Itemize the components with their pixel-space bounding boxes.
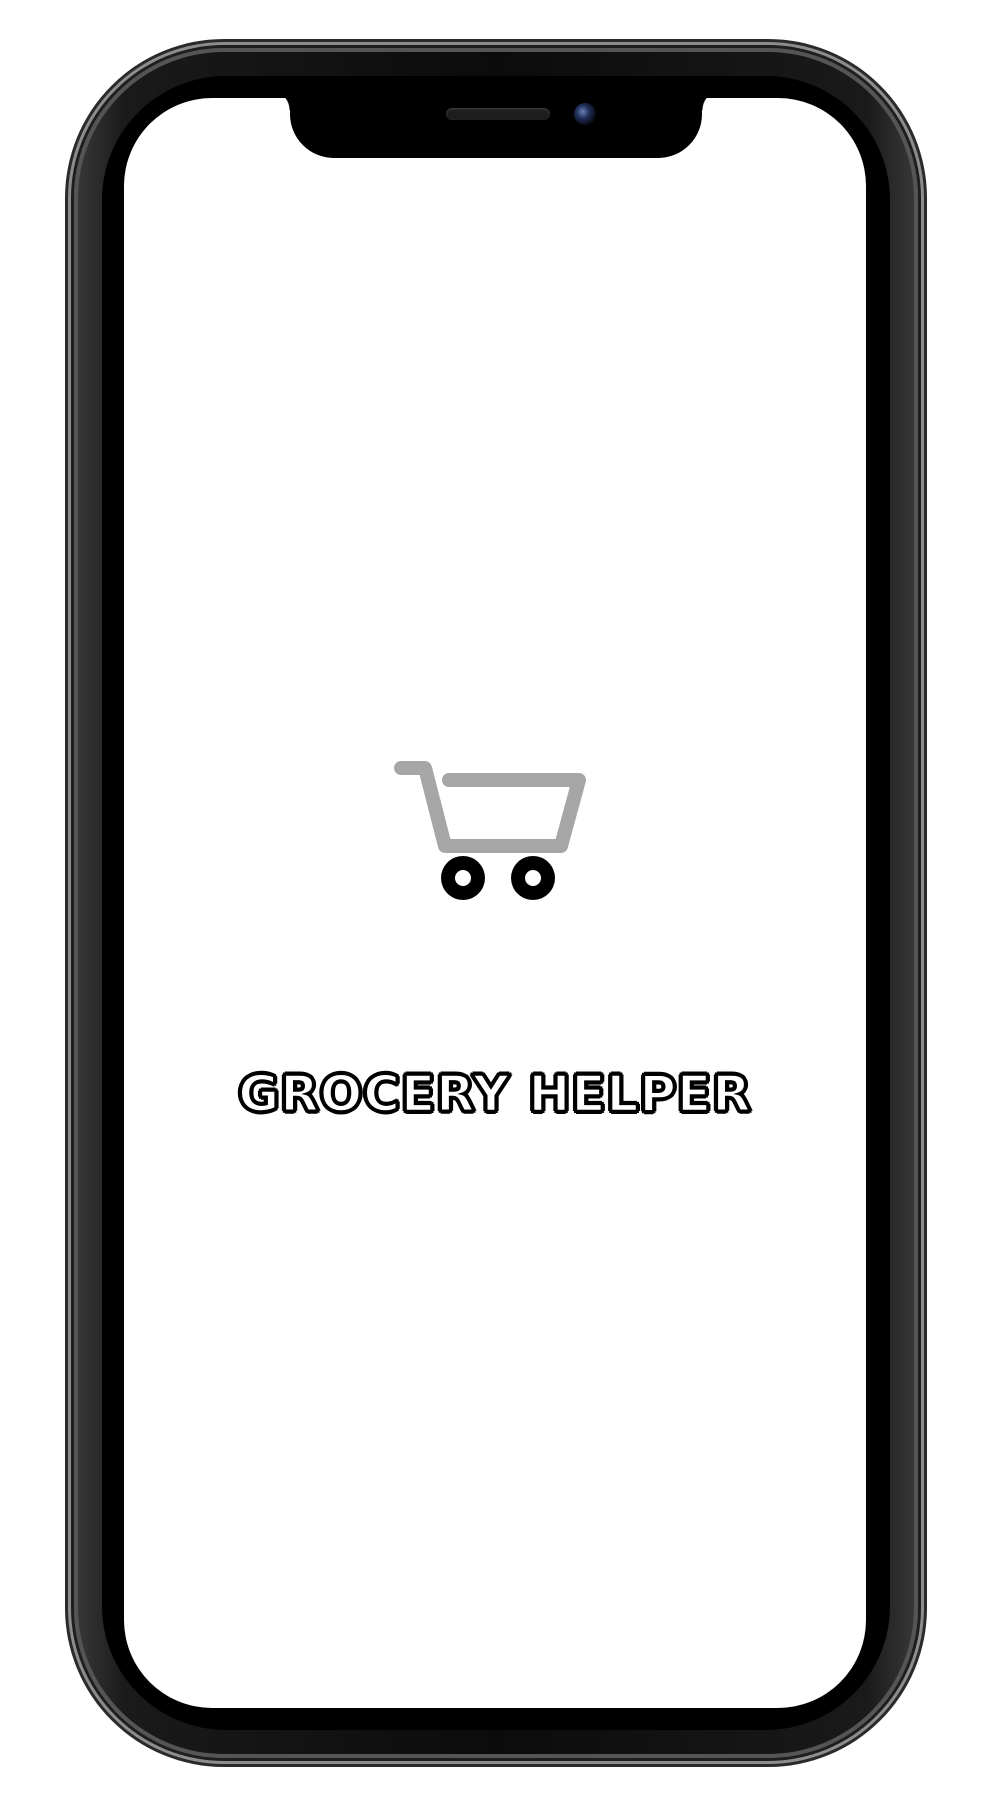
splash-screen: GROCERY HELPER	[124, 98, 866, 1708]
app-title: GROCERY HELPER	[237, 1064, 752, 1125]
device-mockup: GROCERY HELPER	[0, 0, 986, 1800]
cart-basket	[394, 761, 586, 853]
shopping-cart-icon	[394, 761, 586, 900]
